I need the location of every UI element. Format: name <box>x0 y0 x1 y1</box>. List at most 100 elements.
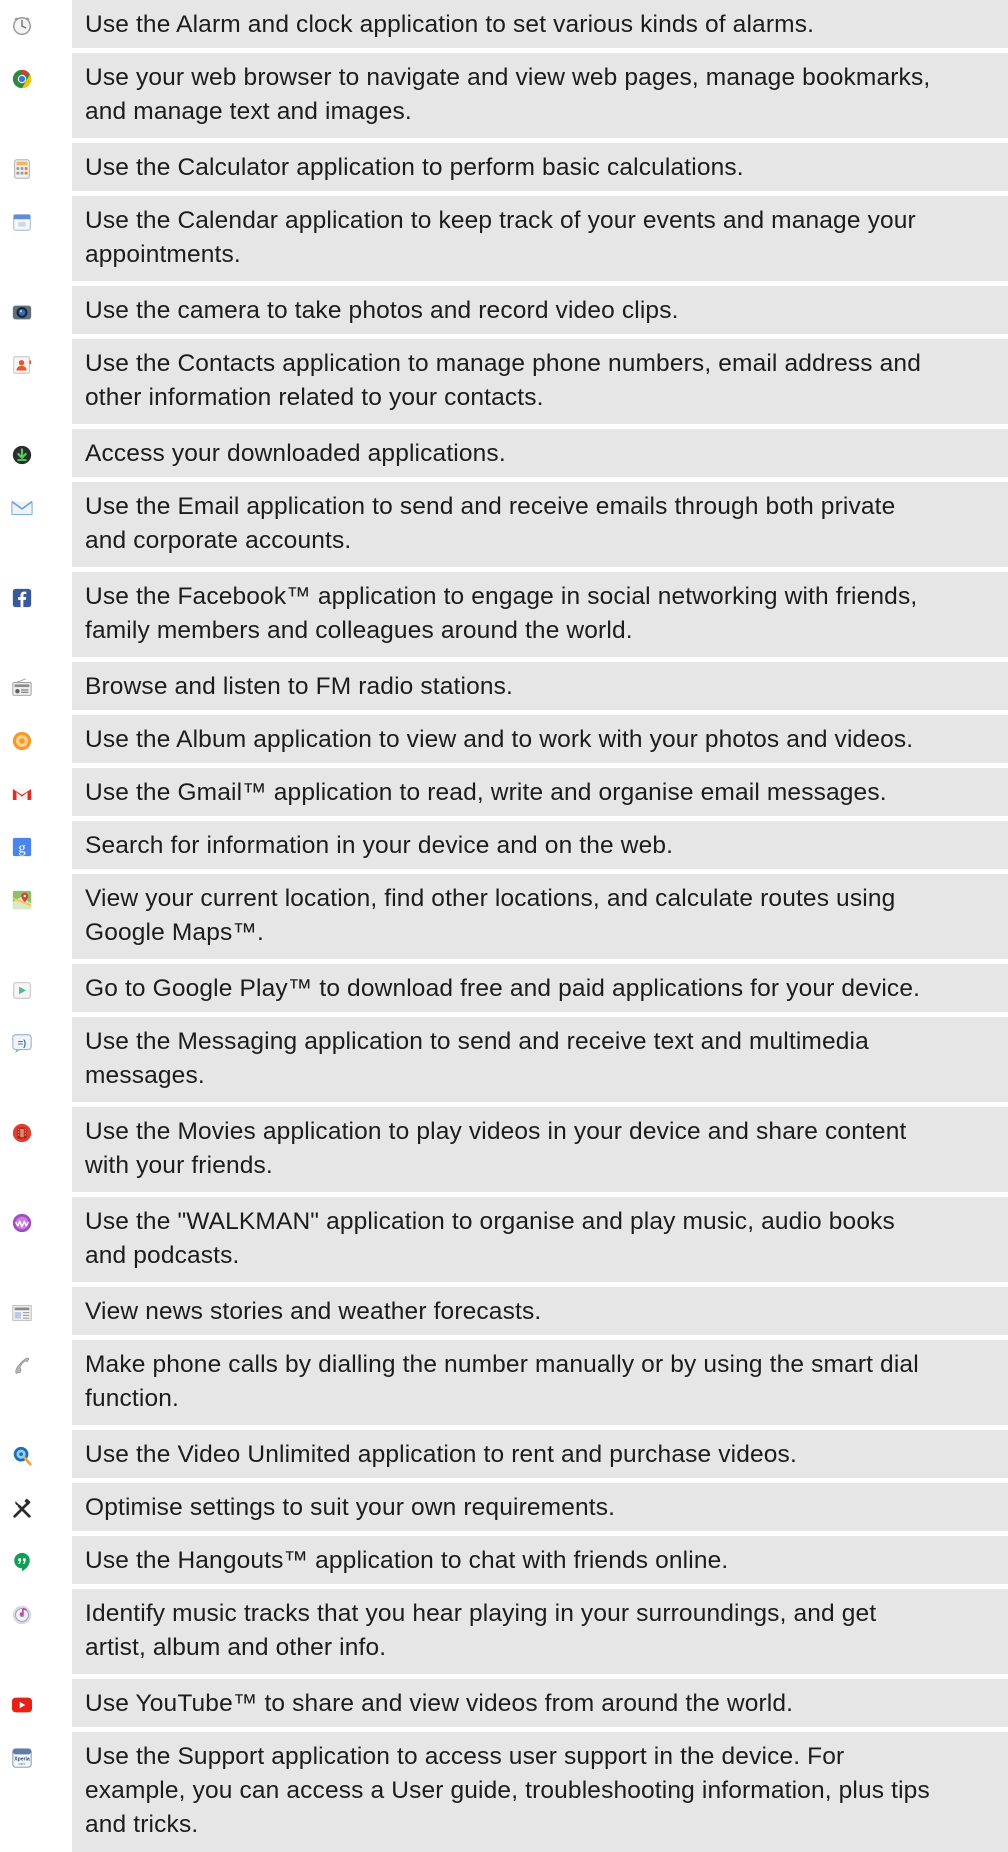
movies-icon <box>11 1122 33 1144</box>
list-item: Use the camera to take photos and record… <box>0 286 1008 334</box>
description-text: Use the Hangouts™ application to chat wi… <box>72 1536 1008 1584</box>
description-text: Use the "WALKMAN" application to organis… <box>72 1197 1008 1282</box>
description-line: Use your web browser to navigate and vie… <box>85 64 931 91</box>
list-item: Use the Gmail™ application to read, writ… <box>0 768 1008 816</box>
description-text: Use the Support application to access us… <box>72 1732 1008 1852</box>
xperia-support-icon: Xperia care <box>11 1747 33 1769</box>
description-text: Use the Facebook™ application to engage … <box>72 572 1008 657</box>
youtube-icon <box>11 1694 33 1716</box>
alarm-clock-icon <box>11 15 33 37</box>
list-item: Xperia care Use the Support application to… <box>0 1732 1008 1852</box>
svg-text:=): =) <box>18 1038 26 1048</box>
icon-cell <box>0 1340 72 1425</box>
icon-cell <box>0 964 72 1012</box>
description-text: Use the Email application to send and re… <box>72 482 1008 567</box>
video-unlimited-icon <box>11 1445 33 1467</box>
icon-cell <box>0 1197 72 1282</box>
list-item: =) Use the Messaging application to send … <box>0 1017 1008 1102</box>
icon-cell <box>0 53 72 138</box>
description-line: family members and colleagues around the… <box>85 617 633 644</box>
description-line: and podcasts. <box>85 1242 240 1269</box>
description-line: Use the Video Unlimited application to r… <box>85 1441 797 1468</box>
icon-cell: Xperia care <box>0 1732 72 1852</box>
messaging-icon: =) <box>11 1032 33 1054</box>
icon-cell <box>0 1536 72 1584</box>
description-line: Use the Album application to view and to… <box>85 726 914 753</box>
list-item: Use the Calculator application to perfor… <box>0 143 1008 191</box>
description-text: Use the Gmail™ application to read, writ… <box>72 768 1008 816</box>
description-line: Google Maps™. <box>85 919 264 946</box>
description-text: Identify music tracks that you hear play… <box>72 1589 1008 1674</box>
icon-cell <box>0 196 72 281</box>
gmail-icon <box>11 783 33 805</box>
list-item: Browse and listen to FM radio stations. <box>0 662 1008 710</box>
description-text: Use the Contacts application to manage p… <box>72 339 1008 424</box>
description-line: Use the Hangouts™ application to chat wi… <box>85 1547 729 1574</box>
icon-cell <box>0 286 72 334</box>
description-line: with your friends. <box>85 1152 273 1179</box>
description-line: Use the Facebook™ application to engage … <box>85 583 918 610</box>
description-text: Search for information in your device an… <box>72 821 1008 869</box>
list-item: Use YouTube™ to share and view videos fr… <box>0 1679 1008 1727</box>
icon-cell: g <box>0 821 72 869</box>
list-item: Use the Alarm and clock application to s… <box>0 0 1008 48</box>
fm-radio-icon <box>11 677 33 699</box>
description-line: Use the camera to take photos and record… <box>85 297 679 324</box>
description-line: Access your downloaded applications. <box>85 440 506 467</box>
phone-icon <box>11 1355 33 1377</box>
description-line: View your current location, find other l… <box>85 885 896 912</box>
list-item: Optimise settings to suit your own requi… <box>0 1483 1008 1531</box>
description-line: and corporate accounts. <box>85 527 352 554</box>
description-line: Use the Support application to access us… <box>85 1743 845 1770</box>
description-text: Make phone calls by dialling the number … <box>72 1340 1008 1425</box>
list-item: Use the Album application to view and to… <box>0 715 1008 763</box>
google-play-icon <box>11 979 33 1001</box>
description-text: View news stories and weather forecasts. <box>72 1287 1008 1335</box>
description-text: Use YouTube™ to share and view videos fr… <box>72 1679 1008 1727</box>
description-text: Access your downloaded applications. <box>72 429 1008 477</box>
description-text: Use the Calendar application to keep tra… <box>72 196 1008 281</box>
description-line: Use the Messaging application to send an… <box>85 1028 869 1055</box>
icon-cell <box>0 143 72 191</box>
description-text: Use the Movies application to play video… <box>72 1107 1008 1192</box>
icon-cell <box>0 1589 72 1674</box>
icon-cell <box>0 1483 72 1531</box>
svg-text:care: care <box>18 1762 25 1766</box>
icon-cell <box>0 874 72 959</box>
description-line: Identify music tracks that you hear play… <box>85 1600 877 1627</box>
icon-cell <box>0 1107 72 1192</box>
list-item: g Search for information in your device a… <box>0 821 1008 869</box>
description-line: Make phone calls by dialling the number … <box>85 1351 919 1378</box>
settings-tools-icon <box>11 1498 33 1520</box>
description-line: Optimise settings to suit your own requi… <box>85 1494 616 1521</box>
description-line: messages. <box>85 1062 205 1089</box>
list-item: Use the Facebook™ application to engage … <box>0 572 1008 657</box>
calculator-icon <box>11 158 33 180</box>
description-line: Use the "WALKMAN" application to organis… <box>85 1208 895 1235</box>
icon-cell <box>0 429 72 477</box>
list-item: Access your downloaded applications. <box>0 429 1008 477</box>
description-line: Use the Calendar application to keep tra… <box>85 207 916 234</box>
description-line: Use the Contacts application to manage p… <box>85 350 921 377</box>
list-item: Use the "WALKMAN" application to organis… <box>0 1197 1008 1282</box>
description-line: Go to Google Play™ to download free and … <box>85 975 921 1002</box>
news-weather-icon <box>11 1302 33 1324</box>
icon-cell <box>0 0 72 48</box>
google-maps-icon <box>11 889 33 911</box>
description-text: Go to Google Play™ to download free and … <box>72 964 1008 1012</box>
description-line: Search for information in your device an… <box>85 832 674 859</box>
description-line: Use the Email application to send and re… <box>85 493 896 520</box>
description-line: function. <box>85 1385 179 1412</box>
icon-cell <box>0 1430 72 1478</box>
list-item: Use the Calendar application to keep tra… <box>0 196 1008 281</box>
description-line: Use the Gmail™ application to read, writ… <box>85 779 887 806</box>
icon-cell <box>0 339 72 424</box>
description-line: appointments. <box>85 241 241 268</box>
description-line: and manage text and images. <box>85 98 412 125</box>
walkman-icon <box>11 1212 33 1234</box>
list-item: Use the Movies application to play video… <box>0 1107 1008 1192</box>
description-text: Optimise settings to suit your own requi… <box>72 1483 1008 1531</box>
camera-icon <box>11 301 33 323</box>
icon-cell <box>0 572 72 657</box>
web-browser-icon <box>11 68 33 90</box>
